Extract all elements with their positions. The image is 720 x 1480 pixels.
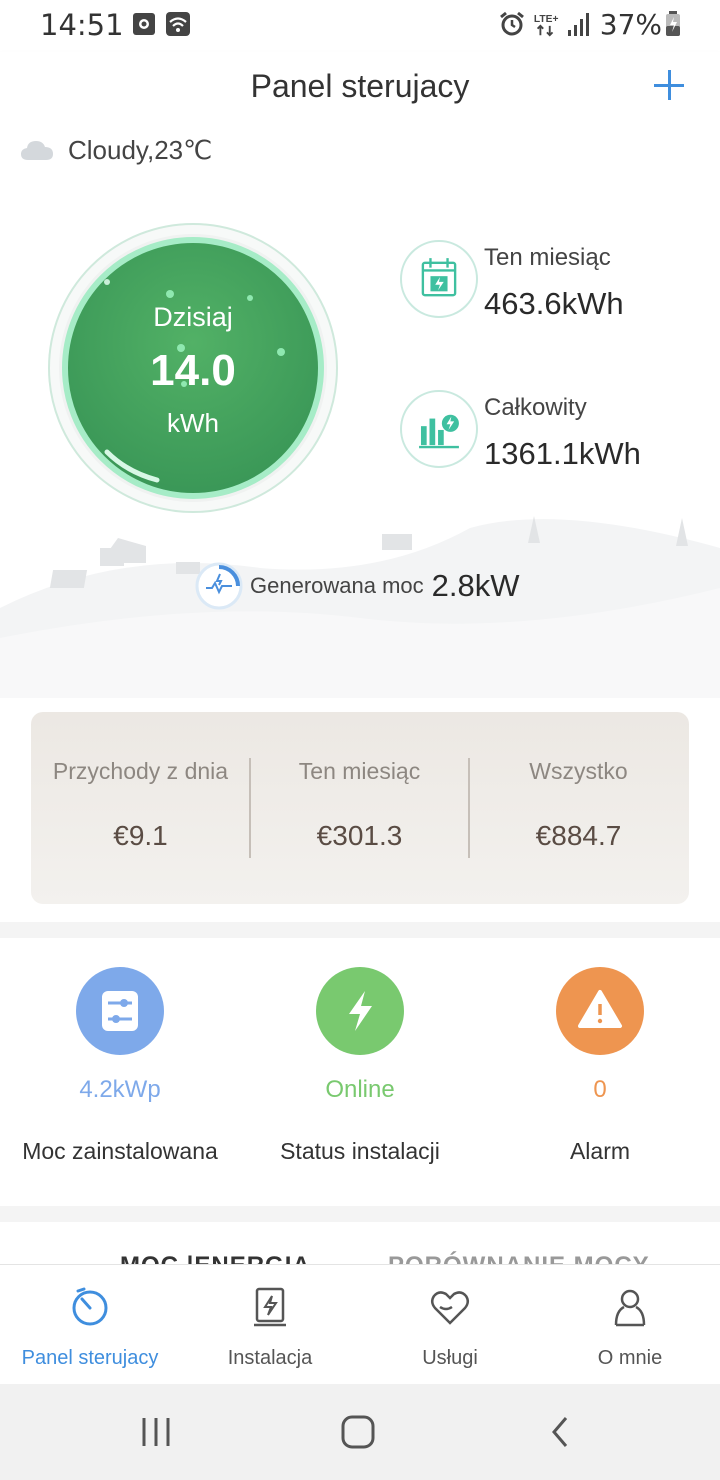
alarm-status[interactable]: 0 Alarm <box>480 938 720 1206</box>
sliders-icon <box>76 967 164 1055</box>
top-header: Panel sterujacy Cloudy,23℃ <box>0 52 720 178</box>
month-energy-value: 463.6kWh <box>484 286 624 321</box>
gallery-icon <box>133 13 155 35</box>
income-month-label: Ten miesiąc <box>298 758 421 784</box>
total-energy-label: Całkowity <box>484 394 587 421</box>
alarm-label: Alarm <box>569 1138 631 1164</box>
generated-power: Generowana moc 2.8kW <box>194 560 520 612</box>
income-section: Przychody z dnia €9.1 Ten miesiąc €301.3… <box>0 698 720 922</box>
income-month-value: €301.3 <box>316 820 403 851</box>
lte-icon: LTE+ <box>534 14 559 37</box>
installation-icon <box>254 1287 286 1327</box>
income-card: Przychody z dnia €9.1 Ten miesiąc €301.3… <box>31 712 689 904</box>
tab-power-energy[interactable]: MOC |ENERGIA <box>120 1252 311 1264</box>
generated-power-value: 2.8kW <box>431 568 520 603</box>
nav-installation-label: Instalacja <box>227 1347 313 1369</box>
calendar-energy-icon <box>400 240 478 318</box>
tab-power-comparison[interactable]: PORÓWNANIE MOCY <box>388 1252 650 1264</box>
svg-text:LTE+: LTE+ <box>534 14 559 25</box>
recent-apps-icon[interactable] <box>126 1408 186 1456</box>
home-icon[interactable] <box>328 1408 388 1456</box>
system-navigation-bar <box>0 1384 720 1480</box>
nav-services-label: Usługi <box>422 1347 478 1369</box>
nav-profile-label: O mnie <box>597 1347 663 1369</box>
nav-installation[interactable]: Instalacja <box>180 1265 360 1385</box>
nav-profile[interactable]: O mnie <box>540 1265 720 1385</box>
back-icon[interactable] <box>530 1408 590 1456</box>
nav-dashboard-label: Panel sterujacy <box>21 1347 159 1369</box>
income-total-label: Wszystko <box>529 758 628 784</box>
status-bar: 14:51 LTE+ 37% <box>0 0 720 52</box>
income-today-value: €9.1 <box>113 820 168 851</box>
battery-percent: 37% <box>599 8 662 41</box>
alarm-icon <box>500 11 524 36</box>
bar-chart-energy-icon <box>400 390 478 468</box>
services-heart-icon <box>431 1291 469 1325</box>
weather-text: Cloudy,23℃ <box>68 134 213 165</box>
today-energy-gauge <box>48 223 338 513</box>
generated-power-label: Generowana moc <box>250 573 424 598</box>
add-plant-button[interactable] <box>652 68 686 102</box>
signal-icon <box>568 13 589 36</box>
month-energy-stat: Ten miesiąc 463.6kWh <box>400 240 700 321</box>
income-total-value: €884.7 <box>535 820 622 851</box>
income-today: Przychody z dnia €9.1 <box>31 712 250 904</box>
battery-icon <box>666 11 680 36</box>
installed-capacity-label: Moc zainstalowana <box>22 1138 218 1164</box>
energy-overview: Dzisiaj 14.0 kWh Ten miesiąc 463.6kWh Ca… <box>0 178 720 698</box>
nav-dashboard[interactable]: Panel sterujacy <box>0 1265 180 1385</box>
installed-capacity-value: 4.2kWp <box>79 1076 161 1103</box>
income-month: Ten miesiąc €301.3 <box>250 712 469 904</box>
power-gauge-icon <box>195 562 243 610</box>
wifi-icon <box>166 12 190 36</box>
installation-status-label: Status instalacji <box>280 1138 440 1164</box>
income-total: Wszystko €884.7 <box>469 712 688 904</box>
chart-tabs: MOC |ENERGIA PORÓWNANIE MOCY <box>0 1222 720 1264</box>
month-energy-label: Ten miesiąc <box>484 244 611 271</box>
warning-icon <box>556 967 644 1055</box>
dashboard-icon <box>72 1287 108 1326</box>
total-energy-value: 1361.1kWh <box>484 436 641 471</box>
bottom-navigation: Panel sterujacy Instalacja Usługi O mnie <box>0 1264 720 1384</box>
income-today-label: Przychody z dnia <box>52 758 229 784</box>
lightning-icon <box>316 967 404 1055</box>
installation-status-value: Online <box>325 1076 395 1103</box>
alarm-count: 0 <box>593 1076 607 1103</box>
profile-icon <box>614 1289 646 1327</box>
installation-status[interactable]: Online Status instalacji <box>240 938 480 1206</box>
plant-status-section: 4.2kWp Moc zainstalowana Online Status i… <box>0 938 720 1206</box>
cloud-icon <box>21 141 53 160</box>
total-energy-stat: Całkowity 1361.1kWh <box>400 390 700 471</box>
status-time: 14:51 <box>40 8 124 42</box>
installed-capacity[interactable]: 4.2kWp Moc zainstalowana <box>0 938 240 1206</box>
nav-services[interactable]: Usługi <box>360 1265 540 1385</box>
weather-info: Cloudy,23℃ <box>20 132 212 168</box>
page-title: Panel sterujacy <box>250 68 470 104</box>
